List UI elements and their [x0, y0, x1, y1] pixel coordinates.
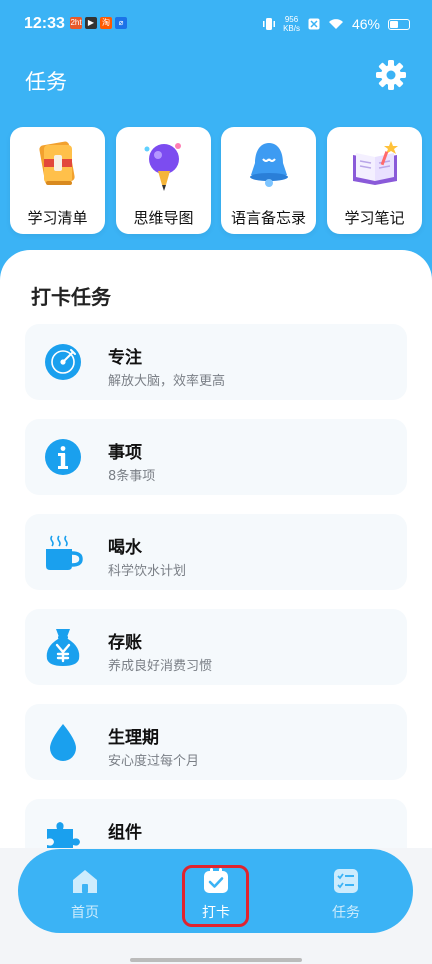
sim-icon	[308, 18, 320, 30]
quick-card-voice-memo[interactable]: 语言备忘录	[221, 127, 316, 234]
task-item-period[interactable]: 生理期 安心度过每个月	[25, 704, 407, 780]
info-icon	[45, 439, 81, 475]
quick-card-label: 学习笔记	[344, 209, 405, 227]
quick-card-study-notes[interactable]: 学习笔记	[327, 127, 422, 234]
task-description: 8条事项	[108, 469, 156, 484]
home-icon	[73, 870, 97, 893]
battery-percent: 46%	[351, 16, 380, 32]
gear-icon[interactable]	[375, 59, 407, 91]
task-description: 养成良好消费习惯	[108, 659, 213, 674]
nav-tasks[interactable]: 任务	[306, 849, 386, 933]
task-item-savings[interactable]: 存账 养成良好消费习惯	[25, 609, 407, 685]
task-description: 安心度过每个月	[108, 754, 200, 769]
notification-app-icon: 2ht	[70, 17, 82, 29]
open-notebook-icon	[352, 141, 398, 185]
home-indicator[interactable]	[130, 958, 302, 962]
vibrate-icon	[263, 18, 276, 30]
status-app-icons: 2ht ▶ 淘 ⌀	[70, 17, 127, 29]
quick-card-study-list[interactable]: 学习清单	[10, 127, 105, 234]
bell-icon	[249, 143, 288, 187]
idea-pen-icon	[144, 143, 181, 191]
task-name: 专注	[108, 348, 142, 368]
drop-icon	[50, 724, 76, 761]
section-title: 打卡任务	[31, 285, 111, 309]
task-item-matters[interactable]: 事项 8条事项	[25, 419, 407, 495]
nav-home[interactable]: 首页	[45, 849, 125, 933]
selection-highlight	[182, 865, 249, 927]
quick-card-label: 学习清单	[27, 209, 88, 227]
battery-level	[390, 20, 398, 28]
notification-app-icon: ⌀	[115, 17, 127, 29]
nav-label: 任务	[332, 905, 360, 921]
battery-icon	[388, 18, 410, 30]
task-name: 事项	[108, 443, 142, 463]
task-name: 喝水	[108, 538, 142, 558]
task-description: 科学饮水计划	[108, 564, 187, 579]
notification-app-icon: ▶	[85, 17, 97, 29]
nav-label: 首页	[71, 905, 99, 921]
task-description: 解放大脑，效率更高	[108, 374, 226, 389]
task-name: 存账	[108, 633, 142, 653]
task-item-water[interactable]: 喝水 科学饮水计划	[25, 514, 407, 590]
status-bar: 12:33 2ht ▶ 淘 ⌀ 956 KB/s 46%	[0, 0, 432, 52]
wifi-icon	[328, 19, 343, 29]
status-time: 12:33	[24, 15, 65, 32]
task-name: 组件	[108, 823, 142, 843]
money-bag-icon	[46, 629, 80, 666]
task-list-icon	[334, 869, 358, 893]
task-name: 生理期	[108, 728, 159, 748]
cup-icon	[46, 535, 83, 570]
quick-card-label: 语言备忘录	[230, 209, 306, 227]
focus-icon	[45, 344, 81, 380]
notification-app-icon: 淘	[100, 17, 112, 29]
book-icon	[38, 141, 75, 185]
task-item-focus[interactable]: 专注 解放大脑，效率更高	[25, 324, 407, 400]
quick-card-mind-map[interactable]: 思维导图	[116, 127, 211, 234]
status-indicators: 956 KB/s 46%	[263, 15, 410, 33]
page-title: 任务	[25, 70, 67, 94]
network-speed: 956 KB/s	[283, 15, 300, 33]
quick-card-label: 思维导图	[133, 209, 194, 227]
